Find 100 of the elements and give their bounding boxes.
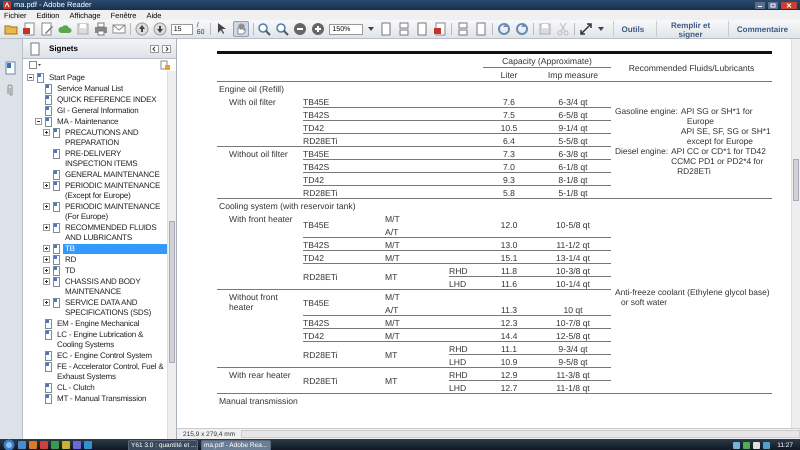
bookmark-item[interactable]: CL - Clutch <box>55 382 167 392</box>
bookmark-item[interactable]: GI - General Information <box>55 106 167 116</box>
plus-box-icon[interactable] <box>43 266 50 274</box>
plus-box-icon[interactable] <box>43 278 50 284</box>
table-cell-text: MT <box>385 349 398 362</box>
pdf-document-icon[interactable] <box>22 22 36 36</box>
scrollbar[interactable] <box>791 39 800 428</box>
rotate-icon[interactable] <box>496 22 511 36</box>
table-cell-text: 11-1/8 qt <box>555 382 591 394</box>
zoom-out-icon[interactable] <box>293 22 308 36</box>
minimize-icon[interactable] <box>755 2 765 8</box>
bookmark-item[interactable]: PERIODIC MAINTENANCE (Except for Europe) <box>63 180 167 200</box>
start-orb-icon[interactable] <box>3 439 15 450</box>
table-cell-text: 11-3/8 qt <box>555 368 591 381</box>
fluid-spec-text: Anti-freeze coolant (Ethylene glycol base) or soft water <box>615 286 771 306</box>
table-cell-text: 12.7 <box>500 382 518 394</box>
minus-box-icon[interactable] <box>27 74 34 80</box>
table-cell-text: 9.3 <box>502 174 516 186</box>
minus-box-icon[interactable] <box>35 118 42 124</box>
bookmark-item[interactable]: EC - Engine Control System <box>55 350 167 360</box>
close-icon[interactable] <box>781 2 797 8</box>
collapse-panel-icon[interactable] <box>150 44 159 52</box>
table-cell-text: RD28ETi <box>303 134 339 147</box>
table-cell-text: 10-5/8 qt <box>555 219 591 232</box>
bookmark-item[interactable]: CHASSIS AND BODY MAINTENANCE <box>63 276 167 296</box>
bookmark-icon <box>53 298 61 308</box>
magnifier-icon[interactable] <box>275 22 290 36</box>
bookmark-icon <box>53 202 61 212</box>
bookmark-item[interactable]: MT - Manual Transmission <box>55 394 167 404</box>
table-cell-text: Liter <box>500 69 518 82</box>
table-cell-text: 10-3/8 qt <box>555 264 591 277</box>
two-pages-icon[interactable] <box>456 22 470 36</box>
printer-icon[interactable] <box>94 22 108 36</box>
caret-icon[interactable] <box>367 25 376 33</box>
table-cell-text: TD42 <box>303 174 326 186</box>
table-cell-text: Without front heater <box>228 291 279 314</box>
expand-panel-icon[interactable] <box>162 44 171 52</box>
zoom-in-icon[interactable] <box>311 22 326 36</box>
plus-box-icon[interactable] <box>43 182 50 188</box>
table-cell-text: RD28ETi <box>303 349 339 362</box>
page-icon[interactable] <box>28 42 40 56</box>
bookmark-item[interactable]: RECOMMENDED FLUIDS AND LUBRICANTS <box>63 222 167 242</box>
table-cell-text: Manual transmission <box>218 394 299 407</box>
magnifier-icon[interactable] <box>257 22 272 36</box>
table-cell-text: TB42S <box>303 160 330 173</box>
panel-button[interactable]: Commentaire <box>728 21 796 37</box>
bookmark-item[interactable]: LC - Engine Lubrication & Cooling Systems <box>55 330 167 350</box>
bookmark-item[interactable]: QUICK REFERENCE INDEX <box>55 94 167 104</box>
table-cell-text: 15.1 <box>500 252 518 264</box>
bookmark-item[interactable]: PRE-DELIVERY INSPECTION ITEMS <box>63 148 167 168</box>
bookmark-add-icon[interactable] <box>160 60 170 70</box>
envelope-icon[interactable] <box>112 22 126 36</box>
bookmark-item[interactable]: EM - Engine Mechanical <box>55 318 167 328</box>
plus-box-icon[interactable] <box>43 202 50 210</box>
panel-button[interactable]: Outils <box>612 21 652 37</box>
page-icon[interactable] <box>379 22 394 36</box>
page-icon[interactable] <box>415 22 430 36</box>
page-icon[interactable] <box>474 22 488 36</box>
pdf-document-icon[interactable] <box>433 22 448 36</box>
table-cell-text: RHD <box>449 264 469 277</box>
panel-button[interactable]: Remplir et signer <box>656 21 724 37</box>
caret-icon[interactable] <box>596 25 605 33</box>
table-cell-text: 11.8 <box>500 264 518 277</box>
two-pages-icon[interactable] <box>397 22 412 36</box>
table-cell-text: 9-1/4 qt <box>557 122 589 134</box>
rotate-icon[interactable] <box>514 22 529 36</box>
plus-box-icon[interactable] <box>43 128 50 136</box>
table-cell-text: M/T <box>385 290 401 303</box>
table-cell-text: RHD <box>449 368 469 381</box>
bookmark-icon[interactable] <box>5 61 17 75</box>
bookmark-item[interactable]: MA - Maintenance <box>55 116 167 126</box>
bookmark-item[interactable]: PRECAUTIONS AND PREPARATION <box>63 128 167 148</box>
table-cell-text: 5.8 <box>502 186 516 199</box>
pdf-app-icon <box>3 1 11 9</box>
table-cell-text: TB45E <box>303 297 330 310</box>
bookmark-item[interactable]: PERIODIC MAINTENANCE (For Europe) <box>63 202 167 222</box>
maximize-icon[interactable] <box>768 2 778 8</box>
bookmark-item[interactable]: RD <box>63 254 167 264</box>
plus-box-icon[interactable] <box>43 224 50 230</box>
table-cell-text: RD28ETi <box>303 375 339 388</box>
document-pencil-icon[interactable] <box>40 22 54 36</box>
table-cell-text: 12.9 <box>500 368 518 381</box>
table-cell-text: 12.0 <box>500 219 518 232</box>
bookmark-item[interactable]: GENERAL MAINTENANCE <box>63 170 167 180</box>
plus-box-icon[interactable] <box>43 256 50 262</box>
bookmark-item[interactable]: Start Page <box>47 72 167 82</box>
table-cell-text: MT <box>385 375 398 388</box>
table-cell-text: 11.1 <box>500 342 518 355</box>
bookmark-item[interactable]: FE - Accelerator Control, Fuel & Exhaust Systems <box>55 362 167 382</box>
bookmark-item[interactable]: SERVICE DATA AND SPECIFICATIONS (SDS) <box>63 298 167 318</box>
expand-arrows-icon[interactable] <box>578 22 593 36</box>
options-icon[interactable] <box>29 60 41 70</box>
bookmark-item[interactable]: Service Manual List <box>55 84 167 94</box>
plus-box-icon[interactable] <box>43 244 50 252</box>
plus-box-icon[interactable] <box>43 298 50 306</box>
scrollbar[interactable] <box>167 71 176 439</box>
bookmark-item[interactable]: TD <box>63 266 167 276</box>
table-cell-text: M/T <box>385 252 401 264</box>
table-cell-text: LHD <box>449 382 468 394</box>
scrollbar[interactable] <box>241 430 800 438</box>
